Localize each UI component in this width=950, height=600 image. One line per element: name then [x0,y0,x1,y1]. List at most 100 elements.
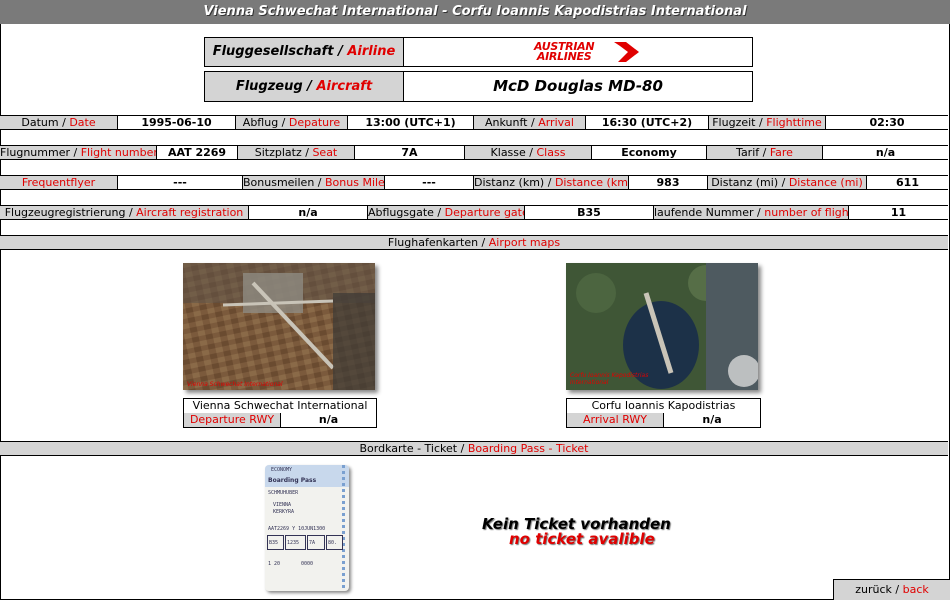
flighttime-label-de: Flugzeit [712,116,756,129]
vienna-airport-map[interactable]: Vienna Schwechat International [183,263,375,390]
flight-number-label: Flugnummer / Flight number [0,146,157,159]
bp-board: 80. [328,540,338,546]
registration-label: Flugzeugregistrierung / Aircraft registr… [0,206,249,219]
airline-logo-box: AUSTRIAN AIRLINES [403,37,753,67]
back-button[interactable]: zurück / back [833,579,950,600]
content-frame [0,24,950,600]
fare-value: n/a [823,146,948,159]
back-label-en: back [902,583,929,596]
corfu-airport-map[interactable]: Corfu Ioannis Kapodistrias International [566,263,758,390]
boarding-pass-image[interactable]: ECONOMY Boarding Pass SCHMUHUBER VIENNA … [265,465,349,591]
date-value: 1995-06-10 [118,116,236,129]
arrival-rwy-label: Arrival RWY [566,413,664,428]
distance-mi-label-de: Distanz (mi) [711,176,779,189]
seat-label-de: Sitzplatz [254,146,302,159]
bp-code: 0000 [301,561,314,567]
info-row-3: Frequentflyer --- Bonusmeilen / Bonus Mi… [0,175,948,190]
label-separator: / [302,79,317,94]
flighttime-label-en: Flighttime [766,116,822,129]
departure-rwy-label: Departure RWY [183,413,281,428]
bonus-miles-value: --- [385,176,474,189]
flight-number-label-en: Flight number [80,146,157,159]
distance-km-value: 983 [629,176,708,189]
departure-airport-name: Vienna Schwechat International [183,398,377,414]
class-label: Klasse / Class [465,146,592,159]
bp-time: 1235 [287,540,300,546]
fare-label: Tarif / Fare [707,146,823,159]
austrian-airlines-logo: AUSTRIAN AIRLINES [532,41,642,63]
departure-label-de: Abflug [242,116,279,129]
satellite-image [566,263,758,390]
flight-number-label-de: Flugnummer [0,146,71,159]
bp-name: SCHMUHUBER [268,490,299,496]
bp-to: KERKYRA [273,509,295,515]
aircraft-label-de: Flugzeug [235,79,303,94]
departure-rwy-value: n/a [280,413,377,428]
page-title: Vienna Schwechat International - Corfu I… [0,0,950,24]
arrival-rwy-value: n/a [663,413,761,428]
info-row-4: Flugzeugregistrierung / Aircraft registr… [0,205,948,220]
info-row-1: Datum / Date 1995-06-10 Abflug / Depatur… [0,115,948,130]
distance-mi-value: 611 [867,176,948,189]
airline-label-en: Airline [347,44,396,59]
arrival-label: Ankunft / Arrival [474,116,586,129]
registration-label-en: Aircraft registration [136,206,244,219]
bp-fields: B35 1235 7A 80. [267,535,343,550]
number-of-flights-label-de: laufende Nummer [654,206,754,219]
gate-label-de: Abflugsgate [368,206,434,219]
label-separator: / [333,44,348,59]
vienna-map-caption: Vienna Schwechat International [187,381,283,388]
registration-label-de: Flugzeugregistrierung [4,206,126,219]
airport-maps-header-de: Flughafenkarten [387,236,479,249]
bp-seat: 7A [309,540,316,546]
gate-label: Abflugsgate / Departure gate [368,206,525,219]
fare-label-de: Tarif [736,146,760,159]
departure-label-en: Depature [288,116,341,129]
boarding-pass-header-en: Boarding Pass - Ticket [467,442,589,455]
gate-value: B35 [525,206,654,219]
arrival-label-de: Ankunft [485,116,528,129]
number-of-flights-label-en: number of flights [764,206,849,219]
bonus-miles-label-de: Bonusmeilen [243,176,315,189]
seat-label-en: Seat [312,146,338,159]
date-label-en: Date [69,116,96,129]
aircraft-label: Flugzeug / Aircraft [204,71,404,102]
chevron-logo-icon [614,42,639,62]
registration-value: n/a [249,206,368,219]
logo-line-2: AIRLINES [536,50,592,63]
bp-from: VIENNA [273,502,292,508]
flighttime-label: Flugzeit / Flighttime [709,116,826,129]
boarding-pass-header-de: Bordkarte - Ticket [359,442,458,455]
seat-value: 7A [355,146,465,159]
number-of-flights-label: laufende Nummer / number of flights [654,206,849,219]
no-ticket-en: no ticket avalible [509,530,655,548]
airline-label-de: Fluggesellschaft [212,44,334,59]
departure-label: Abflug / Depature [236,116,348,129]
info-row-2: Flugnummer / Flight number AAT 2269 Sitz… [0,145,948,160]
distance-km-label: Distanz (km) / Distance (km) [474,176,629,189]
bp-flight: AAT2269 Y 10JUN1300 [268,526,326,532]
fare-label-en: Fare [769,146,793,159]
distance-km-label-de: Distanz (km) [474,176,545,189]
bonus-miles-label-en: Bonus Miles [325,176,385,189]
aircraft-value: McD Douglas MD-80 [403,71,753,102]
aircraft-label-en: Aircraft [316,79,373,94]
frequentflyer-label: Frequentflyer [0,176,118,189]
gate-label-en: Departure gate [444,206,525,219]
corfu-map-caption: Corfu Ioannis Kapodistrias International [570,372,649,386]
distance-mi-label: Distanz (mi) / Distance (mi) [708,176,867,189]
back-label-de: zurück [855,583,892,596]
bonus-miles-label: Bonusmeilen / Bonus Miles [243,176,385,189]
bp-gate: B35 [269,540,279,546]
seat-label: Sitzplatz / Seat [238,146,355,159]
frequentflyer-value: --- [118,176,243,189]
number-of-flights-value: 11 [849,206,948,219]
bp-title: Boarding Pass [268,477,317,484]
arrival-label-en: Arrival [538,116,574,129]
boarding-pass-header: Bordkarte - Ticket / Boarding Pass - Tic… [0,441,948,456]
flight-number-value: AAT 2269 [157,146,238,159]
distance-mi-label-en: Distance (mi) [788,176,863,189]
date-label: Datum / Date [0,116,118,129]
date-label-de: Datum [21,116,59,129]
class-label-de: Klasse [490,146,526,159]
